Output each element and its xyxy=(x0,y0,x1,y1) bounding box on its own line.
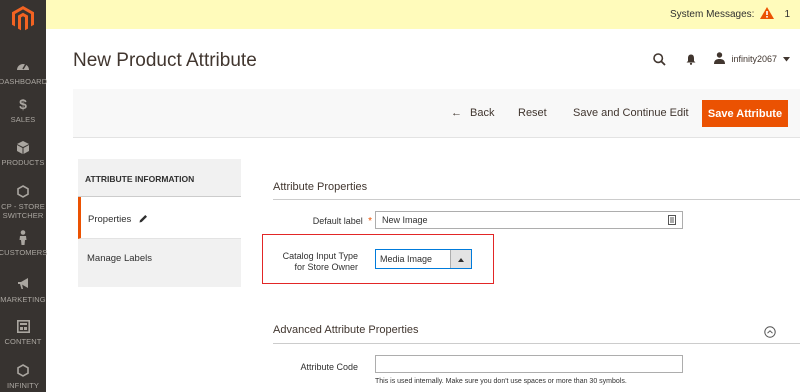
warning-icon xyxy=(760,7,775,22)
default-label-input[interactable]: New Image xyxy=(375,211,683,229)
sidebar-item-sales[interactable]: $ SALES xyxy=(0,96,46,124)
sidebar-item-label: MARKETING xyxy=(0,295,46,304)
sidebar-item-content[interactable]: CONTENT xyxy=(0,318,46,346)
page-title: New Product Attribute xyxy=(73,50,257,71)
speedometer-icon xyxy=(15,58,31,74)
system-messages[interactable]: System Messages: 1 xyxy=(670,7,790,22)
user-icon xyxy=(714,52,726,66)
header-actions: infinity2067 xyxy=(648,50,790,68)
arrow-left-icon: ← xyxy=(451,107,462,119)
tab-properties-label: Properties xyxy=(88,214,132,225)
attribute-tabs: ATTRIBUTE INFORMATION Properties Manage … xyxy=(78,159,241,287)
megaphone-icon xyxy=(15,276,31,292)
input-type-label: Catalog Input Type for Store Owner xyxy=(270,251,358,273)
attribute-code-hint: This is used internally. Make sure you d… xyxy=(375,378,627,385)
system-messages-bar: System Messages: 1 xyxy=(46,0,800,29)
admin-sidebar: DASHBOARD $ SALES PRODUCTS CP - STORE SW… xyxy=(0,0,48,392)
collapse-toggle-icon[interactable] xyxy=(764,325,776,343)
sidebar-item-label: SALES xyxy=(10,115,36,124)
sidebar-item-label: DASHBOARD xyxy=(0,77,48,86)
sidebar-item-label: CONTENT xyxy=(4,337,42,346)
sidebar-item-customers[interactable]: CUSTOMERS xyxy=(0,229,48,257)
attribute-code-label: Attribute Code xyxy=(300,362,358,372)
default-label-text: Default label xyxy=(312,216,363,226)
save-and-continue-button[interactable]: Save and Continue Edit xyxy=(573,107,689,119)
bell-icon[interactable] xyxy=(680,50,702,68)
back-button-label: Back xyxy=(470,107,495,119)
system-messages-count: 1 xyxy=(784,9,790,20)
select-toggle[interactable] xyxy=(450,250,471,268)
reset-button[interactable]: Reset xyxy=(518,107,547,119)
cube-icon xyxy=(15,139,31,155)
sidebar-item-store-switcher[interactable]: CP - STORE SWITCHER xyxy=(0,183,46,220)
chevron-down-icon xyxy=(783,54,790,64)
sidebar-item-label: INFINITY xyxy=(6,381,40,390)
sidebar-item-infinity[interactable]: INFINITY xyxy=(0,362,46,390)
store-switcher-icon[interactable] xyxy=(668,215,676,227)
back-button[interactable]: ← Back xyxy=(451,107,494,119)
attribute-code-input[interactable] xyxy=(375,355,683,373)
chevron-up-icon xyxy=(458,254,464,264)
input-type-select[interactable]: Media Image xyxy=(375,249,472,269)
required-marker: * xyxy=(365,216,372,227)
sidebar-item-label: CP - STORE SWITCHER xyxy=(1,202,45,220)
default-label-value: New Image xyxy=(382,215,428,225)
tab-properties[interactable]: Properties xyxy=(78,197,241,239)
hexagon-icon xyxy=(15,362,31,378)
username: infinity2067 xyxy=(731,54,777,64)
user-menu[interactable]: infinity2067 xyxy=(714,52,790,66)
default-label-label: Default label * xyxy=(274,216,372,227)
sidebar-item-label: CUSTOMERS xyxy=(0,248,48,257)
system-messages-label: System Messages: xyxy=(669,9,755,20)
search-icon[interactable] xyxy=(648,50,670,68)
dollar-icon: $ xyxy=(19,96,27,112)
pencil-icon xyxy=(139,214,148,238)
magento-logo-icon[interactable] xyxy=(0,0,46,36)
hexagon-icon xyxy=(15,183,31,199)
person-icon xyxy=(15,229,31,245)
tabs-heading: ATTRIBUTE INFORMATION xyxy=(78,159,241,197)
sidebar-item-products[interactable]: PRODUCTS xyxy=(0,139,46,167)
page-actions-toolbar: ← Back Reset Save and Continue Edit Save … xyxy=(73,89,800,138)
input-type-label-line2: for Store Owner xyxy=(294,262,358,272)
section-title-advanced: Advanced Attribute Properties xyxy=(273,324,419,336)
section-divider xyxy=(273,343,800,344)
input-type-label-line1: Catalog Input Type xyxy=(282,251,358,261)
section-divider xyxy=(273,199,800,200)
tab-manage-labels[interactable]: Manage Labels xyxy=(78,239,241,287)
layout-icon xyxy=(15,318,31,334)
save-attribute-button[interactable]: Save Attribute xyxy=(702,100,788,127)
sidebar-item-label: PRODUCTS xyxy=(1,158,45,167)
sidebar-item-marketing[interactable]: MARKETING xyxy=(0,276,46,304)
sidebar-item-dashboard[interactable]: DASHBOARD xyxy=(0,58,48,86)
section-title-attribute-properties: Attribute Properties xyxy=(273,181,368,193)
input-type-value: Media Image xyxy=(380,254,433,264)
